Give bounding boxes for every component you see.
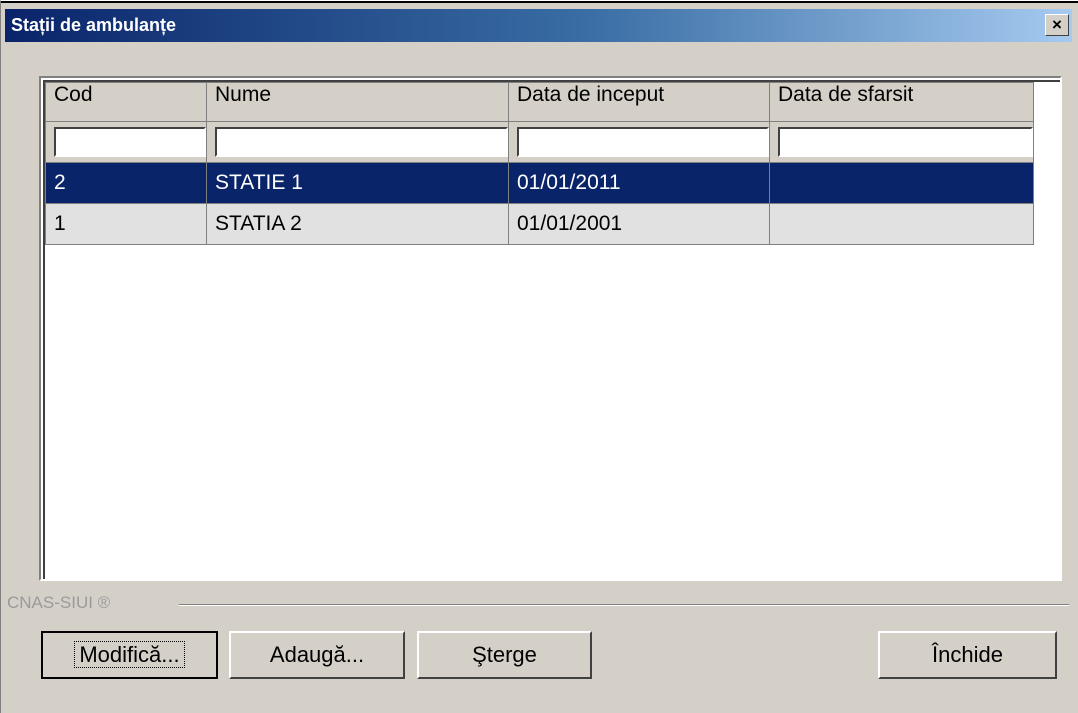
close-window-button[interactable]: × <box>1045 14 1069 36</box>
filter-cell-data-inceput <box>508 121 770 163</box>
cell-nume: STATIA 2 <box>206 203 509 245</box>
column-header-data-inceput[interactable]: Data de inceput <box>508 82 770 122</box>
modify-button[interactable]: Modifică... <box>41 631 218 679</box>
cell-data-sfarsit <box>769 162 1034 204</box>
group-divider <box>179 604 1069 606</box>
column-header-cod[interactable]: Cod <box>45 82 207 122</box>
filter-cell-data-sfarsit <box>769 121 1034 163</box>
cell-data-inceput: 01/01/2011 <box>508 162 770 204</box>
cell-cod: 1 <box>45 203 207 245</box>
cell-nume: STATIE 1 <box>206 162 509 204</box>
grid-filter-row <box>45 121 1034 163</box>
cell-data-inceput: 01/01/2001 <box>508 203 770 245</box>
filter-cell-nume <box>206 121 509 163</box>
cell-data-sfarsit <box>769 203 1034 245</box>
stations-grid: Cod Nume Data de inceput Data de sfarsit… <box>45 82 1034 245</box>
filter-input-data-sfarsit[interactable] <box>778 127 1033 157</box>
add-button[interactable]: Adaugă... <box>229 631 405 679</box>
close-icon: × <box>1052 15 1062 34</box>
filter-input-data-inceput[interactable] <box>517 127 769 157</box>
filter-input-nume[interactable] <box>215 127 508 157</box>
table-row[interactable]: 1 STATIA 2 01/01/2001 <box>45 203 1034 245</box>
modify-button-label: Modifică... <box>74 641 185 668</box>
dialog-window: Stații de ambulanțe × Cod Nume Data de i… <box>0 0 1078 713</box>
group-label: CNAS-SIUI ® <box>7 593 115 613</box>
table-row[interactable]: 2 STATIE 1 01/01/2011 <box>45 162 1034 204</box>
cell-cod: 2 <box>45 162 207 204</box>
filter-input-cod[interactable] <box>54 127 206 157</box>
close-button[interactable]: Închide <box>878 631 1057 679</box>
window-title: Stații de ambulanțe <box>11 15 177 35</box>
stations-grid-panel: Cod Nume Data de inceput Data de sfarsit… <box>39 76 1062 581</box>
column-header-data-sfarsit[interactable]: Data de sfarsit <box>769 82 1034 122</box>
grid-header-row: Cod Nume Data de inceput Data de sfarsit <box>45 82 1034 122</box>
column-header-nume[interactable]: Nume <box>206 82 509 122</box>
filter-cell-cod <box>45 121 207 163</box>
delete-button[interactable]: Şterge <box>417 631 592 679</box>
top-border <box>1 1 1078 3</box>
title-bar[interactable]: Stații de ambulanțe × <box>5 9 1072 42</box>
